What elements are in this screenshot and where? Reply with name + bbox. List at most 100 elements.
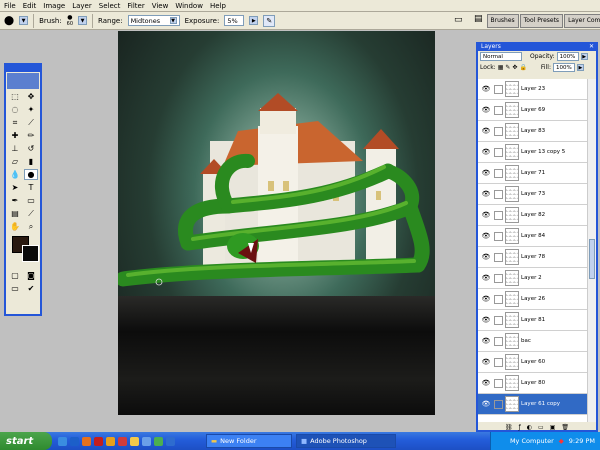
new-layer-icon[interactable]: ▣ <box>550 424 556 431</box>
media-icon[interactable] <box>106 436 115 446</box>
lasso-tool-icon[interactable]: ◌ <box>8 104 22 115</box>
layer-row[interactable]: 👁 Layer 61 copy <box>478 394 590 415</box>
layer-row[interactable]: 👁 Layer 81 <box>478 310 590 331</box>
eye-icon[interactable]: 👁 <box>480 316 492 324</box>
background-color[interactable] <box>22 245 39 262</box>
crop-tool-icon[interactable]: ⌗ <box>8 117 22 128</box>
layer-row[interactable]: 👁 Layer 80 <box>478 373 590 394</box>
slice-tool-icon[interactable]: ⟋ <box>24 117 38 128</box>
task-adobe-photoshop[interactable]: ■ Adobe Photoshop <box>296 434 396 448</box>
layer-row[interactable]: 👁 Layer 83 <box>478 121 590 142</box>
pen-tool-icon[interactable]: ✒ <box>8 195 22 206</box>
layer-thumbnail[interactable] <box>505 144 519 160</box>
blur-tool-icon[interactable]: 💧 <box>8 169 22 180</box>
layer-link-icon[interactable] <box>494 252 503 262</box>
healing-brush-icon[interactable]: ✚ <box>8 130 22 141</box>
type-tool-icon[interactable]: T <box>24 182 38 193</box>
menu-image[interactable]: Image <box>43 2 65 10</box>
tab-layer-comps[interactable]: Layer Comps <box>564 14 600 28</box>
zoom-tool-icon[interactable]: ⌕ <box>24 221 38 232</box>
opacity-arrow[interactable]: ▶ <box>580 53 588 60</box>
menu-help[interactable]: Help <box>210 2 226 10</box>
fill-field[interactable]: 100% <box>552 63 575 72</box>
airbrush-icon[interactable]: ✎ <box>263 14 276 27</box>
layer-thumbnail[interactable] <box>505 102 519 118</box>
gradient-tool-icon[interactable]: ▮ <box>24 156 38 167</box>
close-icon[interactable]: ✕ <box>589 43 596 50</box>
layer-link-icon[interactable] <box>494 294 503 304</box>
firefox-icon[interactable] <box>82 436 91 446</box>
layer-thumbnail[interactable] <box>505 354 519 370</box>
history-brush-icon[interactable]: ↺ <box>24 143 38 154</box>
brush-tool-icon[interactable]: ✏ <box>24 130 38 141</box>
eye-icon[interactable]: 👁 <box>480 253 492 261</box>
layer-link-icon[interactable] <box>494 84 503 94</box>
menu-file[interactable]: File <box>4 2 16 10</box>
layer-link-icon[interactable] <box>494 147 503 157</box>
eye-icon[interactable]: 👁 <box>480 295 492 303</box>
start-button[interactable]: start <box>0 432 52 450</box>
eye-icon[interactable]: 👁 <box>480 148 492 156</box>
layer-thumbnail[interactable] <box>505 270 519 286</box>
lock-position-icon[interactable]: ✥ <box>512 64 517 71</box>
new-group-icon[interactable]: ▭ <box>538 424 544 431</box>
eye-icon[interactable]: 👁 <box>480 337 492 345</box>
layer-thumbnail[interactable] <box>505 291 519 307</box>
layer-row[interactable]: 👁 Layer 2 <box>478 268 590 289</box>
layer-thumbnail[interactable] <box>505 123 519 139</box>
range-select[interactable]: Midtones ▼ <box>127 15 180 26</box>
eye-icon[interactable]: 👁 <box>480 211 492 219</box>
layer-row[interactable]: 👁 Layer 82 <box>478 205 590 226</box>
tool-preset-dropdown[interactable]: ▼ <box>19 16 29 25</box>
eyedropper-tool-icon[interactable]: ⟋ <box>24 208 38 219</box>
eye-icon[interactable]: 👁 <box>480 169 492 177</box>
trash-icon[interactable]: 🗑 <box>561 424 569 431</box>
layer-link-icon[interactable] <box>494 357 503 367</box>
menu-select[interactable]: Select <box>99 2 121 10</box>
eye-icon[interactable]: 👁 <box>480 127 492 135</box>
layer-link-icon[interactable] <box>494 105 503 115</box>
layer-thumbnail[interactable] <box>505 375 519 391</box>
opacity-field[interactable]: 100% <box>556 52 579 61</box>
burn-tool-icon[interactable]: ⬤ <box>4 16 14 26</box>
eye-icon[interactable]: 👁 <box>480 274 492 282</box>
blend-mode-select[interactable]: Normal <box>480 52 522 61</box>
layer-thumbnail[interactable] <box>505 396 519 412</box>
layers-scrollbar[interactable] <box>587 79 596 422</box>
photoshop-feather-icon[interactable] <box>7 73 39 89</box>
tray-label[interactable]: My Computer <box>510 437 554 445</box>
app4-icon[interactable] <box>166 436 175 446</box>
eye-icon[interactable]: 👁 <box>480 190 492 198</box>
app2-icon[interactable] <box>142 436 151 446</box>
layer-row[interactable]: 👁 bac <box>478 331 590 352</box>
layer-thumbnail[interactable] <box>505 207 519 223</box>
eye-icon[interactable]: 👁 <box>480 400 492 408</box>
layer-row[interactable]: 👁 Layer 71 <box>478 163 590 184</box>
layer-row[interactable]: 👁 Layer 73 <box>478 184 590 205</box>
menu-window[interactable]: Window <box>175 2 203 10</box>
eye-icon[interactable]: 👁 <box>480 85 492 93</box>
layer-link-icon[interactable] <box>494 399 503 409</box>
path-selection-icon[interactable]: ➤ <box>8 182 22 193</box>
document-canvas[interactable] <box>118 31 435 415</box>
layer-row[interactable]: 👁 Layer 60 <box>478 352 590 373</box>
quick-mask-icon[interactable]: ◙ <box>24 270 38 281</box>
fill-arrow[interactable]: ▶ <box>576 64 584 71</box>
document-icon[interactable]: ▭ <box>454 15 463 25</box>
explorer-icon[interactable] <box>58 436 67 446</box>
layer-row[interactable]: 👁 Layer 26 <box>478 289 590 310</box>
eye-icon[interactable]: 👁 <box>480 232 492 240</box>
exposure-field[interactable]: 5% <box>224 15 245 26</box>
layer-link-icon[interactable] <box>494 210 503 220</box>
eraser-tool-icon[interactable]: ▱ <box>8 156 22 167</box>
notes-tool-icon[interactable]: ▤ <box>8 208 22 219</box>
layer-link-icon[interactable] <box>494 315 503 325</box>
outlook-icon[interactable] <box>70 436 79 446</box>
scroll-thumb[interactable] <box>589 239 595 279</box>
layer-link-icon[interactable] <box>494 378 503 388</box>
clone-stamp-icon[interactable]: ⊥ <box>8 143 22 154</box>
lock-all-icon[interactable]: 🔒 <box>519 64 526 71</box>
layer-thumbnail[interactable] <box>505 81 519 97</box>
brush-preview[interactable]: ● 60 <box>67 14 73 27</box>
layer-thumbnail[interactable] <box>505 312 519 328</box>
